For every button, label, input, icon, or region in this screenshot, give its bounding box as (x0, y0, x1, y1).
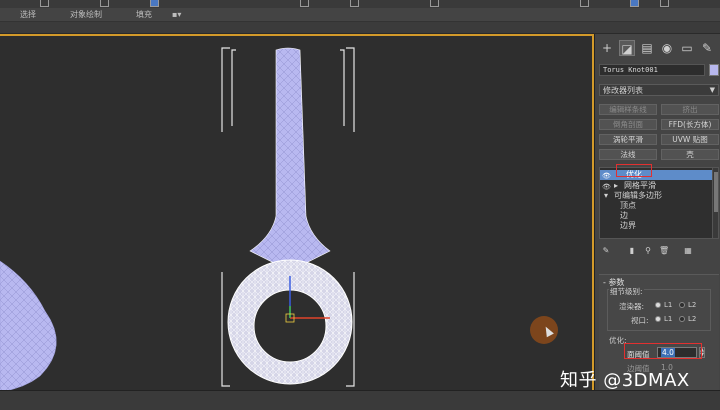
object-name-field[interactable]: Torus Knot001 (599, 64, 705, 76)
watermark-text: 知乎 @3DMAX (560, 370, 690, 391)
object-color-swatch[interactable] (709, 64, 719, 76)
modifier-list-label: 修改器列表 (603, 86, 643, 95)
viewport-l1-radio[interactable] (655, 316, 661, 322)
menu-populate[interactable]: 填充 (136, 9, 152, 21)
modifier-button-turbosmooth[interactable]: 涡轮平滑 (599, 134, 657, 145)
cursor-arrow-icon (542, 324, 554, 338)
modifier-button-uvw-map[interactable]: UVW 贴图 (661, 134, 719, 145)
ribbon-menu: 选择 对象绘制 填充 ▪▾ (0, 8, 720, 22)
mouse-cursor-indicator (530, 316, 558, 344)
renderer-l1-label: L1 (664, 301, 673, 309)
mirror-icon[interactable] (350, 0, 359, 7)
modifier-button-extrude[interactable]: 挤出 (661, 104, 719, 115)
modifier-button-ffd-box[interactable]: FFD(长方体) (661, 119, 719, 130)
menu-select[interactable]: 选择 (20, 9, 36, 21)
modifier-button-edit-spline[interactable]: 编辑样条线 (599, 104, 657, 115)
expand-icon[interactable]: ▸ (614, 181, 618, 191)
render-frame-icon[interactable] (660, 0, 669, 7)
viewport-scene (0, 47, 355, 390)
annotation-highlight-box (616, 164, 652, 177)
renderer-l2-radio[interactable] (679, 302, 685, 308)
select-region-icon[interactable] (150, 0, 159, 7)
stack-subitem-vertex[interactable]: 顶点 (600, 201, 714, 211)
configure-sets-icon[interactable]: ▦ (683, 246, 693, 256)
viewport-l2-label: L2 (688, 315, 697, 323)
panel-tabs: + ◪ ▤ ◉ ▭ ✎ (595, 40, 720, 56)
knot-mesh-shaft (249, 47, 331, 267)
make-unique-icon[interactable]: ⚲ (643, 246, 653, 256)
renderer-l2-label: L2 (688, 301, 697, 309)
align-icon[interactable] (430, 0, 439, 7)
modify-tab-icon[interactable]: ◪ (619, 40, 635, 56)
viewport-l2-radio[interactable] (679, 316, 685, 322)
detail-level-title: 细节级别: (609, 286, 644, 297)
render-setup-icon[interactable] (580, 0, 589, 7)
background-mesh-object (0, 260, 57, 390)
create-tab-icon[interactable]: + (599, 40, 615, 56)
motion-tab-icon[interactable]: ◉ (659, 40, 675, 56)
renderer-l1-radio[interactable] (655, 302, 661, 308)
render-icon[interactable] (630, 0, 639, 7)
stack-item-meshsmooth[interactable]: 👁 ▸ 网格平滑 (600, 181, 714, 191)
viewport-label: 视口: (631, 316, 649, 325)
perspective-viewport[interactable] (0, 34, 594, 390)
renderer-label: 渲染器: (619, 302, 645, 311)
viewport-l1-label: L1 (664, 315, 673, 323)
stack-item-editable-poly[interactable]: ▾ 可编辑多边形 (600, 191, 714, 201)
stack-toolbar: ✎ ▮ ⚲ 🗑 ▦ (599, 246, 719, 258)
select-icon[interactable] (100, 0, 109, 7)
display-tab-icon[interactable]: ▭ (679, 40, 695, 56)
show-end-result-icon[interactable]: ▮ (627, 246, 637, 256)
modifier-stack: 👁 优化 👁 ▸ 网格平滑 ▾ 可编辑多边形 顶点 边 边界 (599, 167, 719, 239)
utilities-tab-icon[interactable]: ✎ (699, 40, 715, 56)
annotation-highlight-box (624, 343, 702, 359)
eye-icon[interactable]: 👁 (602, 171, 611, 181)
stack-scrollbar[interactable] (712, 168, 718, 238)
menu-object-paint[interactable]: 对象绘制 (70, 9, 102, 21)
status-bar (0, 390, 720, 410)
modifier-button-normal[interactable]: 法线 (599, 149, 657, 160)
command-panel: + ◪ ▤ ◉ ▭ ✎ Torus Knot001 修改器列表 ▼ 编辑样条线 … (594, 34, 720, 390)
scrollbar-thumb[interactable] (714, 172, 718, 212)
ribbon-toggle-icon[interactable]: ▪▾ (172, 9, 181, 21)
ribbon-strip (0, 22, 720, 34)
modifier-button-shell[interactable]: 壳 (661, 149, 719, 160)
modifier-button-bevel-profile[interactable]: 倒角剖面 (599, 119, 657, 130)
hierarchy-tab-icon[interactable]: ▤ (639, 40, 655, 56)
collapse-icon[interactable]: ▾ (604, 191, 608, 201)
snap-icon[interactable] (300, 0, 309, 7)
modifier-list-dropdown[interactable]: 修改器列表 ▼ (599, 84, 719, 96)
main-toolbar (0, 0, 720, 8)
delete-modifier-icon[interactable]: 🗑 (659, 246, 669, 256)
undo-icon[interactable] (40, 0, 49, 7)
chevron-down-icon: ▼ (709, 86, 715, 94)
stack-subitem-edge[interactable]: 边 (600, 211, 714, 221)
pin-stack-icon[interactable]: ✎ (601, 246, 611, 256)
stack-subitem-border[interactable]: 边界 (600, 221, 714, 231)
